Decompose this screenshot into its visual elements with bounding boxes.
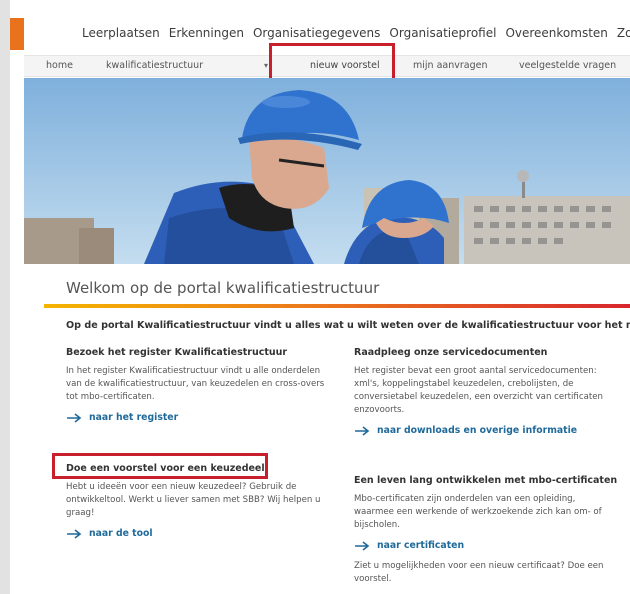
link-naar-register[interactable]: naar het register xyxy=(66,412,326,423)
link-naar-downloads[interactable]: naar downloads en overige informatie xyxy=(354,425,614,436)
section-servicedocumenten: Raadpleeg onze servicedocumenten Het reg… xyxy=(354,347,614,436)
subnav-kwalificatiestructuur[interactable]: kwalificatiestructuur xyxy=(106,60,203,71)
section-text: Het register bevat een groot aantal serv… xyxy=(354,366,603,415)
subnav-veelgestelde-vragen[interactable]: veelgestelde vragen xyxy=(519,60,616,71)
section-mbo-certificaten: Een leven lang ontwikkelen met mbo-certi… xyxy=(354,475,618,594)
caret-down-icon[interactable]: ▾ xyxy=(264,61,268,70)
arrow-right-icon xyxy=(67,528,82,539)
main-card: Welkom op de portal kwalificatiestructuu… xyxy=(44,265,630,594)
section-text: Hebt u ideeën voor een nieuw keuzedeel? … xyxy=(66,482,321,518)
nav-organisatieprofiel[interactable]: Organisatieprofiel xyxy=(389,26,496,40)
nav-leerplaatsen[interactable]: Leerplaatsen xyxy=(82,26,160,40)
section-text: In het register Kwalificatiestructuur vi… xyxy=(66,366,325,402)
nav-erkenningen[interactable]: Erkenningen xyxy=(169,26,244,40)
hero-illustration xyxy=(24,78,630,264)
arrow-right-icon xyxy=(355,540,370,551)
nav-zoeken[interactable]: Zoeken xyxy=(617,26,630,40)
page-title: Welkom op de portal kwalificatiestructuu… xyxy=(66,279,380,297)
arrow-right-icon xyxy=(67,412,82,423)
left-strip xyxy=(0,0,10,594)
title-divider xyxy=(44,304,630,308)
highlight-voorstel-keuzedeel xyxy=(52,453,268,479)
hero-image xyxy=(24,78,630,264)
section-heading: Een leven lang ontwikkelen met mbo-certi… xyxy=(354,475,618,486)
section-extra-text: Ziet u mogelijkheden voor een nieuw cert… xyxy=(354,561,604,584)
subnav-home[interactable]: home xyxy=(46,60,73,71)
section-register: Bezoek het register Kwalificatiestructuu… xyxy=(66,347,326,423)
link-naar-de-tool[interactable]: naar de tool xyxy=(66,528,326,539)
arrow-right-icon xyxy=(355,425,370,436)
subnav-mijn-aanvragen[interactable]: mijn aanvragen xyxy=(413,60,487,71)
section-heading: Raadpleeg onze servicedocumenten xyxy=(354,347,548,358)
brand-tab xyxy=(10,18,24,50)
section-heading: Bezoek het register Kwalificatiestructuu… xyxy=(66,347,288,358)
link-naar-certificaten[interactable]: naar certificaten xyxy=(354,540,614,551)
nav-organisatiegegevens[interactable]: Organisatiegegevens xyxy=(253,26,380,40)
intro-text: Op de portal Kwalificatiestructuur vindt… xyxy=(66,320,630,331)
section-text: Mbo-certificaten zijn onderdelen van een… xyxy=(354,494,602,530)
nav-overeenkomsten[interactable]: Overeenkomsten xyxy=(505,26,607,40)
